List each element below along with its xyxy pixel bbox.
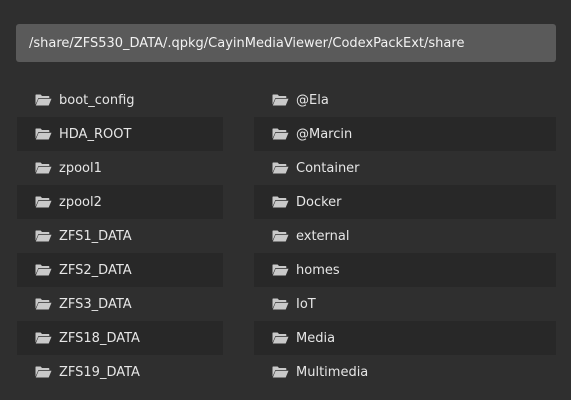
- folder-item-label: homes: [296, 262, 340, 278]
- folder-item-label: ZFS18_DATA: [59, 330, 140, 346]
- folder-item[interactable]: ZFS19_DATA: [17, 355, 223, 389]
- folder-item-label: external: [296, 228, 350, 244]
- folder-item[interactable]: homes: [254, 253, 556, 287]
- folder-open-icon: [272, 162, 289, 174]
- folder-open-icon: [35, 94, 52, 106]
- folder-list: boot_config @Ela HDA_ROOT @Marcin zpool1 Cont…: [17, 83, 556, 389]
- folder-open-icon: [35, 162, 52, 174]
- folder-item-label: Multimedia: [296, 364, 369, 380]
- folder-item[interactable]: zpool2: [17, 185, 223, 219]
- current-path: /share/ZFS530_DATA/.qpkg/CayinMediaViewe…: [29, 35, 465, 51]
- folder-browser-panel: /share/ZFS530_DATA/.qpkg/CayinMediaViewe…: [0, 0, 571, 400]
- folder-open-icon: [272, 128, 289, 140]
- folder-open-icon: [35, 298, 52, 310]
- folder-item[interactable]: ZFS1_DATA: [17, 219, 223, 253]
- folder-item[interactable]: ZFS18_DATA: [17, 321, 223, 355]
- folder-open-icon: [272, 94, 289, 106]
- folder-open-icon: [35, 128, 52, 140]
- folder-open-icon: [272, 264, 289, 276]
- folder-open-icon: [35, 332, 52, 344]
- folder-item-label: ZFS19_DATA: [59, 364, 140, 380]
- folder-item[interactable]: Docker: [254, 185, 556, 219]
- folder-open-icon: [272, 196, 289, 208]
- folder-item[interactable]: ZFS3_DATA: [17, 287, 223, 321]
- folder-open-icon: [272, 332, 289, 344]
- folder-item-label: IoT: [296, 296, 316, 312]
- folder-open-icon: [272, 298, 289, 310]
- folder-item-label: ZFS2_DATA: [59, 262, 132, 278]
- folder-open-icon: [35, 196, 52, 208]
- folder-item[interactable]: Multimedia: [254, 355, 556, 389]
- folder-open-icon: [272, 366, 289, 378]
- folder-item[interactable]: zpool1: [17, 151, 223, 185]
- folder-open-icon: [35, 366, 52, 378]
- folder-item[interactable]: Media: [254, 321, 556, 355]
- folder-item[interactable]: @Marcin: [254, 117, 556, 151]
- folder-open-icon: [35, 264, 52, 276]
- folder-item[interactable]: external: [254, 219, 556, 253]
- folder-item-label: Container: [296, 160, 360, 176]
- folder-item-label: zpool2: [59, 194, 102, 210]
- path-bar[interactable]: /share/ZFS530_DATA/.qpkg/CayinMediaViewe…: [16, 24, 556, 62]
- folder-item[interactable]: ZFS2_DATA: [17, 253, 223, 287]
- folder-item-label: Docker: [296, 194, 342, 210]
- folder-item-label: HDA_ROOT: [59, 126, 132, 142]
- folder-item[interactable]: HDA_ROOT: [17, 117, 223, 151]
- folder-item-label: @Ela: [296, 92, 329, 108]
- folder-item[interactable]: boot_config: [17, 83, 223, 117]
- folder-item-label: Media: [296, 330, 336, 346]
- folder-item-label: zpool1: [59, 160, 102, 176]
- folder-item-label: boot_config: [59, 92, 135, 108]
- folder-open-icon: [35, 230, 52, 242]
- folder-item[interactable]: @Ela: [254, 83, 556, 117]
- folder-item[interactable]: IoT: [254, 287, 556, 321]
- folder-item-label: @Marcin: [296, 126, 353, 142]
- folder-item-label: ZFS3_DATA: [59, 296, 132, 312]
- folder-item[interactable]: Container: [254, 151, 556, 185]
- folder-item-label: ZFS1_DATA: [59, 228, 132, 244]
- folder-open-icon: [272, 230, 289, 242]
